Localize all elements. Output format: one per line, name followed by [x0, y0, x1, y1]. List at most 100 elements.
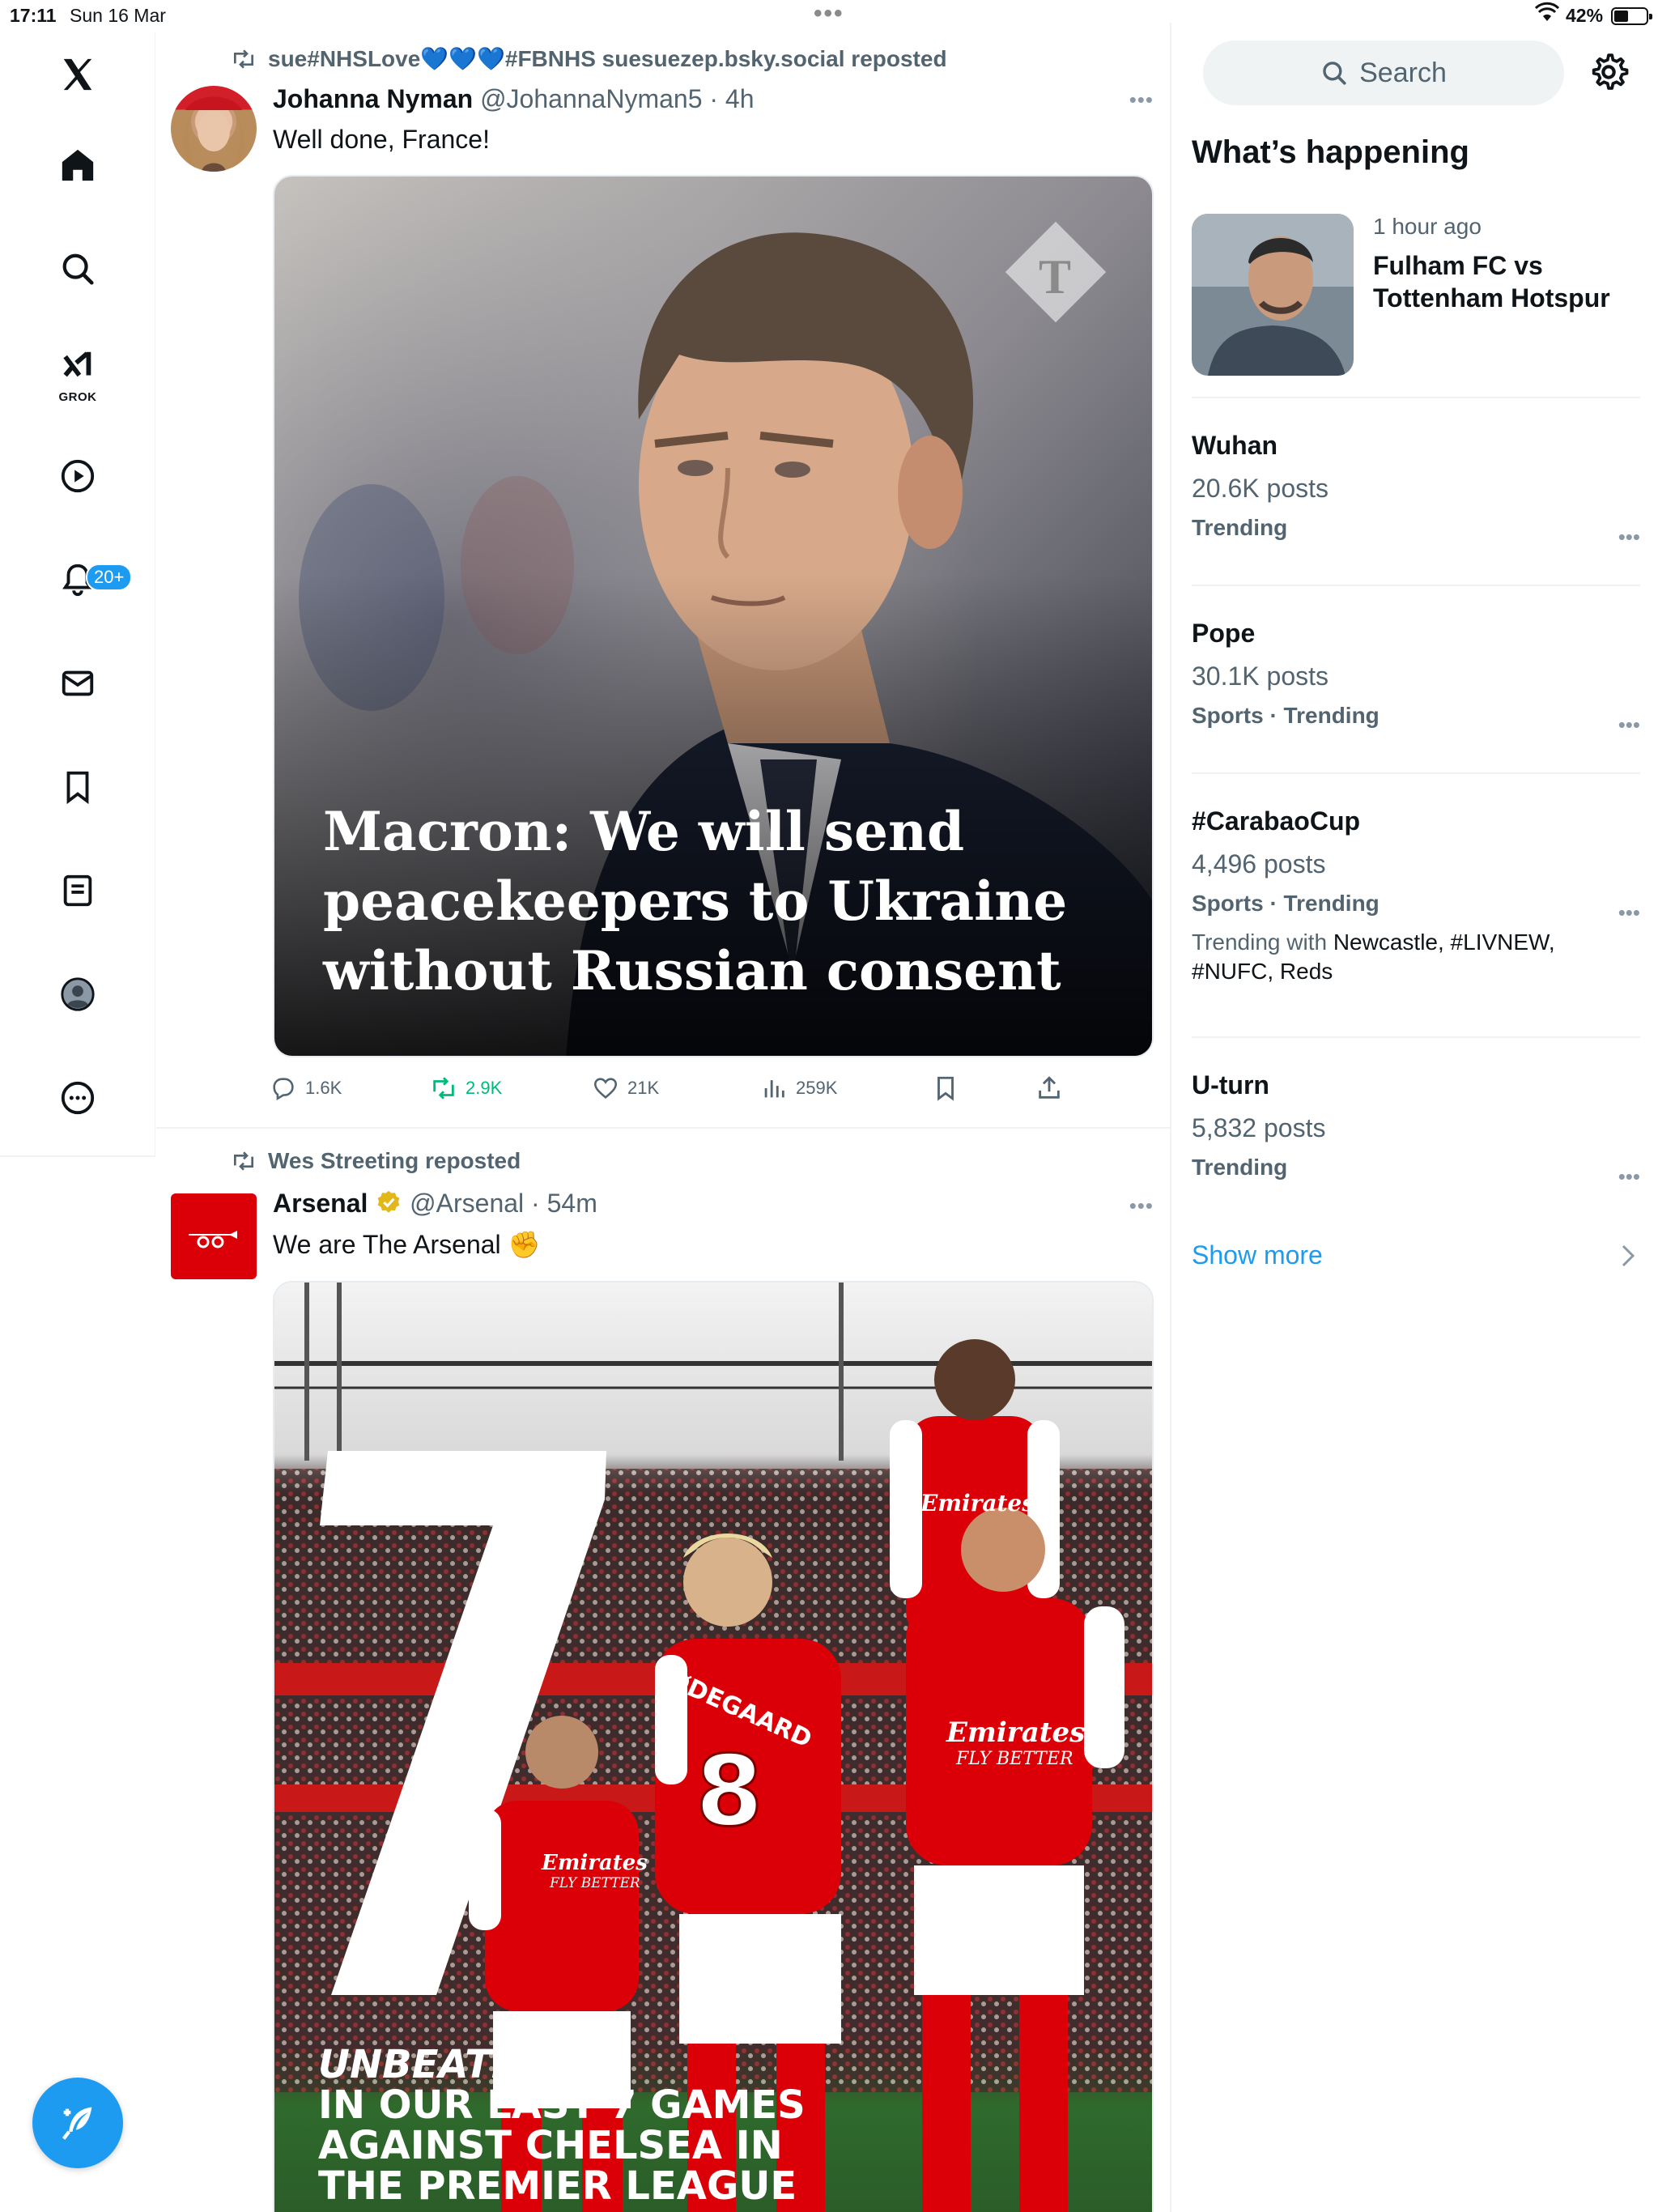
- views-count: 259K: [796, 1078, 838, 1098]
- more-options-icon[interactable]: [45, 1066, 110, 1130]
- media-caption-line: THE PREMIER LEAGUE: [318, 2163, 797, 2209]
- messages-icon[interactable]: [45, 651, 110, 716]
- search-icon: [1323, 62, 1346, 85]
- search-placeholder: Search: [1359, 57, 1447, 88]
- like-button[interactable]: 21K: [592, 1070, 659, 1106]
- trend-name: U-turn: [1192, 1070, 1269, 1100]
- lists-icon[interactable]: [45, 858, 110, 923]
- trend-post-count: 20.6K posts: [1192, 474, 1329, 503]
- trend-item[interactable]: Wuhan 20.6K posts Trending •••: [1192, 431, 1640, 549]
- tweet-image[interactable]: Emirates Emirates FLY BETTER Emirates FL…: [273, 1281, 1154, 2212]
- settings-gear-icon[interactable]: [1588, 52, 1629, 92]
- featured-trend-title: Fulham FC vs Tottenham Hotspur: [1373, 251, 1610, 313]
- avatar[interactable]: [171, 86, 257, 172]
- repost-indicator: Wes Streeting reposted: [231, 1148, 521, 1174]
- tweet-actions: 1.6K 2.9K 21K 259K: [270, 1070, 1168, 1111]
- show-more-link[interactable]: Show more: [1192, 1240, 1323, 1270]
- tweet-time[interactable]: 4h: [725, 84, 755, 113]
- whats-happening-title: What’s happening: [1192, 134, 1469, 170]
- trend-divider: [1192, 1036, 1640, 1038]
- bookmark-icon: [937, 1076, 954, 1101]
- author-handle[interactable]: @JohannaNyman5: [480, 84, 702, 113]
- tweet-text: Well done, France!: [273, 125, 490, 154]
- right-sidebar: Search What’s happening 1 hour ago Fulha…: [1172, 23, 1658, 2212]
- trend-more-icon[interactable]: •••: [1618, 1164, 1640, 1189]
- video-icon[interactable]: [45, 444, 110, 508]
- featured-trend-image: [1192, 214, 1354, 376]
- arsenal-cannon-icon: [189, 1231, 237, 1249]
- tweet-text: We are The Arsenal ✊: [273, 1230, 541, 1259]
- author-handle[interactable]: @Arsenal: [410, 1189, 524, 1218]
- home-feed: sue#NHSLove💙💙💙#FBNHS suesuezep.bsky.soci…: [156, 23, 1171, 2212]
- trend-divider: [1192, 585, 1640, 586]
- status-time: 17:11: [10, 5, 57, 26]
- repost-icon: [234, 1151, 253, 1171]
- search-input[interactable]: Search: [1203, 40, 1564, 105]
- trend-more-icon[interactable]: •••: [1618, 900, 1640, 925]
- search-icon[interactable]: [45, 236, 110, 301]
- x-logo-icon[interactable]: [45, 42, 110, 107]
- avatar[interactable]: [171, 1193, 257, 1279]
- reply-icon: [273, 1078, 294, 1101]
- trend-post-count: 5,832 posts: [1192, 1113, 1326, 1142]
- tweet-more-icon[interactable]: •••: [1129, 87, 1154, 113]
- repost-by-text[interactable]: sue#NHSLove💙💙💙#FBNHS suesuezep.bsky.soci…: [268, 45, 947, 72]
- views-chart-icon: [764, 1080, 784, 1098]
- author-name[interactable]: Arsenal: [273, 1189, 368, 1218]
- trend-item[interactable]: #CarabaoCup 4,496 posts Sports · Trendin…: [1192, 806, 1640, 987]
- compose-post-button[interactable]: [32, 2078, 123, 2168]
- trend-post-count: 30.1K posts: [1192, 661, 1329, 691]
- trend-divider: [1192, 397, 1640, 398]
- trend-category: Sports · Trending: [1192, 703, 1380, 728]
- trending-with-label: Trending with: [1192, 929, 1328, 955]
- media-headline: Macron: We will send peacekeepers to Ukr…: [323, 800, 1068, 1002]
- bookmarks-icon[interactable]: [45, 755, 110, 819]
- repost-button[interactable]: 2.9K: [430, 1070, 502, 1106]
- reply-button[interactable]: 1.6K: [270, 1070, 342, 1106]
- trend-category: Sports · Trending: [1192, 891, 1380, 916]
- grok-icon[interactable]: GROK: [45, 340, 110, 405]
- trend-item[interactable]: Pope 30.1K posts Sports · Trending •••: [1192, 619, 1640, 737]
- share-button[interactable]: [1035, 1070, 1063, 1106]
- tweet-header: Johanna Nyman @JohannaNyman5 · 4h: [273, 84, 755, 113]
- notifications-badge: 20+: [86, 564, 133, 591]
- trending-with: Trending with Newcastle, #LIVNEW, #NUFC,…: [1192, 928, 1640, 987]
- nav-divider: [0, 1155, 155, 1157]
- shirt-sponsor: Emirates: [946, 1716, 1086, 1749]
- shirt-sponsor-sub: FLY BETTER: [956, 1749, 1073, 1769]
- repost-indicator: sue#NHSLove💙💙💙#FBNHS suesuezep.bsky.soci…: [231, 45, 947, 72]
- featured-trend[interactable]: 1 hour ago Fulham FC vs Tottenham Hotspu…: [1192, 214, 1645, 379]
- tweet-more-icon[interactable]: •••: [1129, 1193, 1154, 1219]
- trend-name: Pope: [1192, 619, 1256, 648]
- notifications-icon[interactable]: 20+: [45, 547, 133, 612]
- shirt-sponsor: Emirates: [542, 1851, 648, 1875]
- trend-name: #CarabaoCup: [1192, 806, 1361, 836]
- media-logo-letter: T: [1039, 250, 1072, 304]
- tweet[interactable]: sue#NHSLove💙💙💙#FBNHS suesuezep.bsky.soci…: [156, 23, 1170, 1127]
- chevron-right-icon: [1622, 1244, 1635, 1267]
- shirt-sponsor: Emirates: [920, 1490, 1035, 1516]
- views-button[interactable]: 259K: [760, 1070, 837, 1106]
- profile-icon[interactable]: [45, 962, 110, 1027]
- bookmark-button[interactable]: [932, 1070, 959, 1106]
- trend-more-icon[interactable]: •••: [1618, 713, 1640, 738]
- tweet-time[interactable]: 54m: [547, 1189, 597, 1218]
- tweet[interactable]: Wes Streeting reposted Arsenal @Arsenal …: [156, 1129, 1170, 2212]
- share-icon: [1039, 1076, 1060, 1099]
- trend-item[interactable]: U-turn 5,832 posts Trending •••: [1192, 1070, 1640, 1189]
- heart-icon: [593, 1078, 618, 1099]
- home-icon[interactable]: [45, 133, 110, 198]
- trend-post-count: 4,496 posts: [1192, 849, 1326, 878]
- wifi-icon: [1535, 2, 1559, 21]
- repost-by-text[interactable]: Wes Streeting reposted: [268, 1148, 521, 1174]
- shirt-sponsor-sub: FLY BETTER: [550, 1875, 640, 1891]
- trend-category: Trending: [1192, 515, 1288, 540]
- left-navigation: GROK 20+: [0, 32, 155, 1156]
- player-number: 8: [695, 1735, 764, 1850]
- trend-category: Trending: [1192, 1155, 1288, 1180]
- trend-more-icon[interactable]: •••: [1618, 525, 1640, 550]
- media-caption-line: UNBEATEN: [318, 2042, 551, 2087]
- status-date: Sun 16 Mar: [70, 5, 166, 26]
- author-name[interactable]: Johanna Nyman: [273, 84, 473, 113]
- tweet-image[interactable]: Macron: We will send peacekeepers to Ukr…: [273, 175, 1154, 1057]
